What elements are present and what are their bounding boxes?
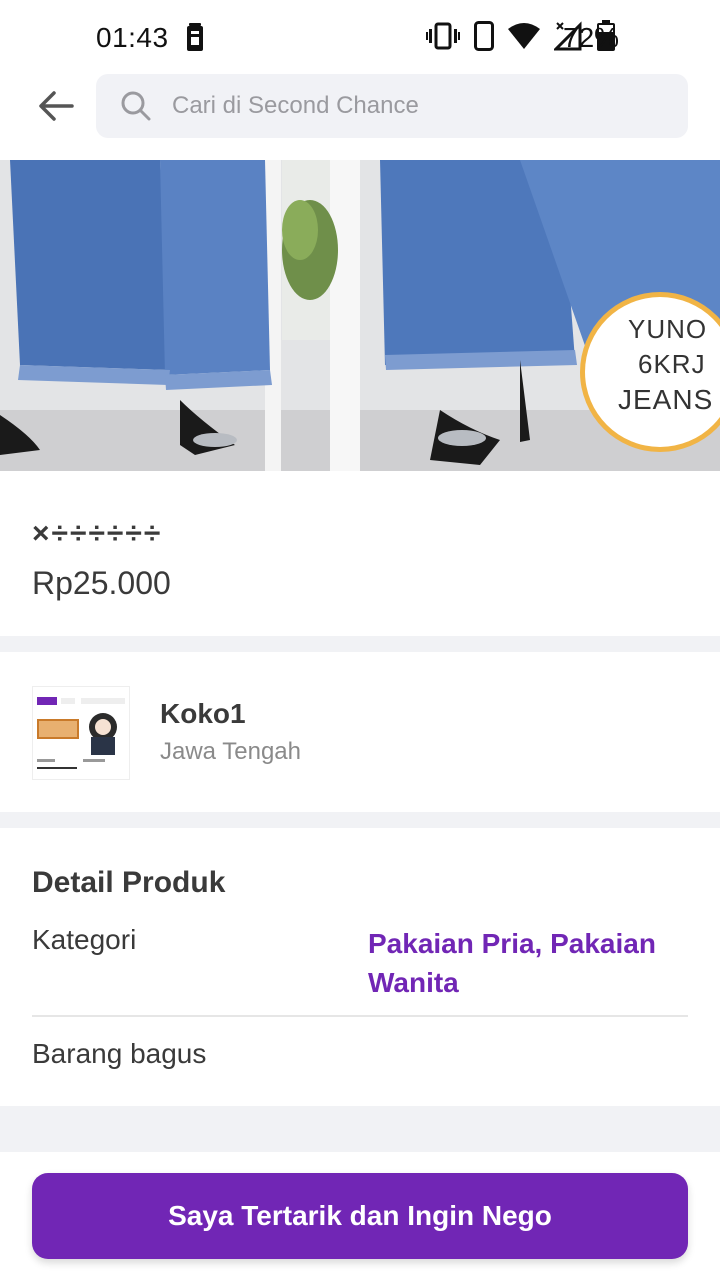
vibrate-icon (426, 22, 460, 55)
search-bar[interactable] (96, 74, 688, 138)
section-divider (0, 812, 720, 828)
phone-icon (474, 20, 494, 56)
status-bar: 01:43 72% (0, 0, 720, 76)
status-time: 01:43 (96, 22, 169, 53)
product-detail: Detail Produk Kategori Pakaian Pria, Pak… (0, 828, 720, 1106)
badge-line: YUNO (628, 314, 708, 344)
arrow-left-icon (38, 90, 74, 127)
battery-percent: 72% (563, 22, 620, 53)
product-name: ×÷÷÷÷÷÷ (32, 517, 163, 550)
battery-saver-icon (186, 22, 204, 52)
seller-location: Jawa Tengah (160, 738, 301, 765)
search-input[interactable] (172, 92, 652, 120)
product-description: Barang bagus (32, 1038, 207, 1069)
category-label: Kategori (32, 924, 137, 955)
product-image[interactable]: YUNO 6KRJ JEANS (0, 160, 720, 471)
search-icon (120, 90, 152, 122)
detail-heading: Detail Produk (32, 866, 226, 899)
product-summary: ×÷÷÷÷÷÷ Rp25.000 (0, 471, 720, 636)
wifi-icon (508, 22, 540, 54)
seller-card[interactable]: Koko1 Jawa Tengah (0, 652, 720, 812)
badge-line: JEANS (618, 384, 714, 415)
app-bar (0, 70, 720, 160)
seller-name: Koko1 (160, 698, 246, 729)
seller-avatar (32, 686, 130, 780)
badge-line: 6KRJ (638, 349, 706, 379)
category-value: Pakaian Pria, Pakaian Wanita (368, 928, 656, 998)
image-badge: YUNO 6KRJ JEANS (598, 312, 720, 417)
interested-negotiate-button[interactable]: Saya Tertarik dan Ingin Nego (32, 1173, 688, 1259)
product-price: Rp25.000 (32, 565, 171, 601)
detail-divider (32, 1015, 688, 1017)
section-divider (0, 636, 720, 652)
back-button[interactable] (30, 82, 82, 134)
